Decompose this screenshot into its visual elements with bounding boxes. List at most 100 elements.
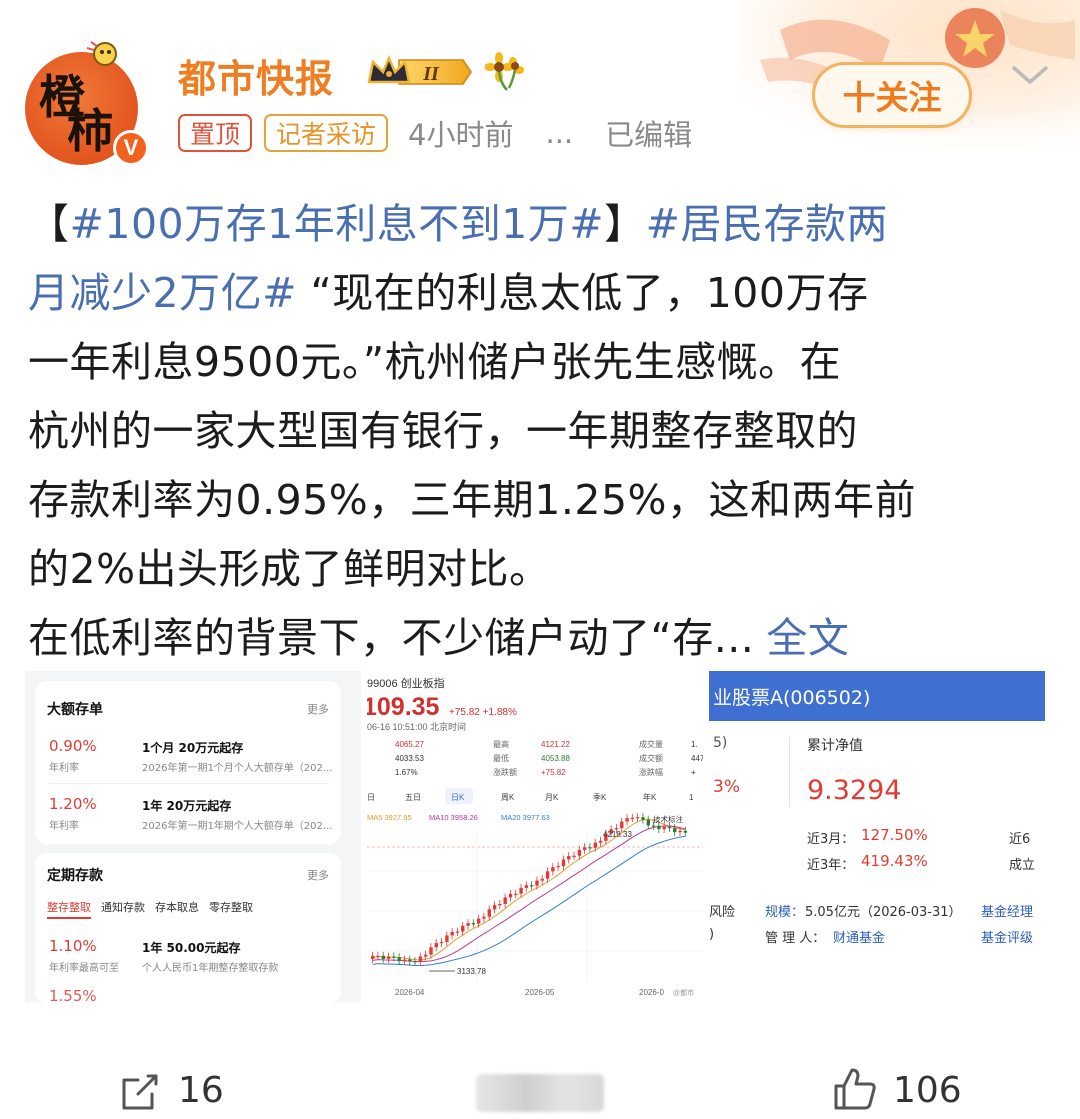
avatar[interactable]: 橙 柿 V [25,41,149,166]
candle-body [593,842,597,848]
deposit-tabs: 整存整取 通知存款 存本取息 零存整取 [47,899,253,919]
author-name[interactable]: 都市快报 [178,48,334,103]
tab-notice: 通知存款 [101,901,145,914]
post-line-2: 月减少2万亿# “现在的利息太低了，100万存 [28,259,1058,328]
partial-percent: 3% [713,777,740,797]
candle-body [630,817,635,819]
candle-body [545,871,550,879]
post-line-3: 一年利息9500元。”杭州储户张先生感慨。在 [28,338,842,386]
image-thumb-deposit-rates[interactable]: 大额存单 更多 0.90% 年利率 1个月 20万元起存 2026年第一期1个月… [25,671,361,1003]
reporter-interview-tag[interactable]: 记者采访 [264,114,389,152]
period-tab: 1 [689,793,694,802]
candle-body [625,818,629,822]
like-thumb-icon[interactable] [832,1066,878,1112]
avatar-mascot-icon [86,41,117,66]
period-tab: 季K [593,792,607,802]
period-tab: 月K [545,793,559,802]
tech-label: 技术标注 [653,814,683,824]
product-desc: 个人人民币1年期整存整取存款 [142,963,279,974]
post-line-1: 【#100万存1年利息不到1万#】#居民存款两 [28,190,1058,259]
date-label-1: 2026-04 [395,988,425,997]
candle-body [392,956,396,958]
tab-lump-sum: 整存整取 [47,899,91,919]
card-title: 大额存单 [47,702,103,718]
candle-body [386,956,391,959]
stat-right-value-3: + [691,768,696,777]
period-tab: 周K [501,793,515,802]
manager-label: 管 理 人： [765,931,826,946]
edited-label[interactable]: 已编辑 [605,112,692,154]
candle-body [424,954,428,957]
right-partial-1: 近6 [1009,832,1031,847]
topic-link-savings-decrease-part2[interactable]: 月减少2万亿# [28,269,297,317]
stat-mid-label-1: 最高 [493,739,509,749]
candle-body [445,935,449,942]
candle-body [471,923,476,925]
rate-value: 1.20% [49,795,97,813]
topic-link-deposit-interest[interactable]: #100万存1年利息不到1万# [70,200,605,248]
candle-body [561,859,566,867]
y3-value: 419.43% [861,852,928,870]
tab-principal: 存本取息 [155,901,199,914]
share-icon[interactable] [118,1070,162,1114]
sunflower-icon [485,52,524,91]
like-count: 106 [893,1070,962,1111]
stat-mid-value-3: +75.82 [541,768,566,777]
product-name: 1年 50.00元起存 [142,941,241,955]
product-name: 1年 20万元起存 [142,799,232,813]
high-marker-label: 4218.33 [603,830,632,839]
chevron-down-icon[interactable] [1008,58,1052,92]
candle-body [662,827,666,830]
post-line-5: 存款利率为0.95%，三年期1.25%，这和两年前 [28,476,916,524]
stat-right-label-3: 涨跌幅 [639,767,663,777]
candle-body [588,847,592,849]
candle-body [508,893,513,898]
image-grid: 大额存单 更多 0.90% 年利率 1个月 20万元起存 2026年第一期1个月… [25,671,1046,1003]
ma5-label: MA5 3927.95 [367,813,412,822]
product-desc: 2026年第一期1年期个人大额存单（202... [142,821,333,832]
candle-body [418,956,423,962]
date-label-3: 2026-0 [639,988,664,997]
bracket-open: 【 [28,200,70,248]
candle-body [583,847,587,850]
candle-body [620,821,624,829]
candle-body [408,959,412,962]
post-line-7-text: 在低利率的背景下，不少储户动了“存... [28,614,755,662]
candle-body [683,830,688,833]
stat-right-label-2: 成交额 [639,753,663,763]
full-text-link[interactable]: 全文 [766,614,849,662]
candle-body [466,923,470,926]
post-time: 4小时前 [408,118,514,152]
candle-body [371,955,375,959]
index-change: +75.82 +1.88% [449,707,517,718]
period-tab: 日 [367,793,375,802]
candle-body [524,885,529,888]
y3-label: 近3年： [807,858,855,873]
pinned-tag: 置顶 [178,114,253,152]
candle-body [402,959,407,962]
follow-button[interactable]: 十关注 [812,62,972,128]
image-thumb-index-chart[interactable]: 99006 创业板指 109.35 +75.82 +1.88% 06-16 10… [367,671,703,1003]
comment-button[interactable] [476,1074,604,1112]
large-deposit-card: 大额存单 更多 0.90% 年利率 1个月 20万元起存 2026年第一期1个月… [35,681,341,844]
more-link: 更多 [307,869,329,882]
stat-right-value-2: 447 [691,754,703,763]
candle-body [434,943,438,948]
candle-body [636,817,640,819]
candle-body [678,830,682,833]
avatar-char-2: 柿 [67,104,113,158]
candle-body [439,941,444,944]
image-thumb-fund-page[interactable]: 业股票A(006502) 5) 3% 累计净值 9.3294 近3月： 127.… [709,671,1045,1003]
post-line-7: 在低利率的背景下，不少储户动了“存... 全文 [28,604,1058,673]
candle-body [572,855,576,857]
period-tab: 日K [451,793,465,802]
index-kline-chart: 99006 创业板指 109.35 +75.82 +1.88% 06-16 10… [367,671,703,1003]
rate-label: 年利率最高可至 [49,963,119,974]
candle-body [641,817,645,820]
partial-text: 5) [713,735,728,751]
candle-body [540,878,544,881]
ma10-label: MA10 3958.26 [429,813,478,822]
topic-link-savings-decrease-part1[interactable]: #居民存款两 [646,200,888,248]
scale-value: 5.05亿元（2026-03-31） [805,905,962,920]
candle-body [376,955,380,958]
